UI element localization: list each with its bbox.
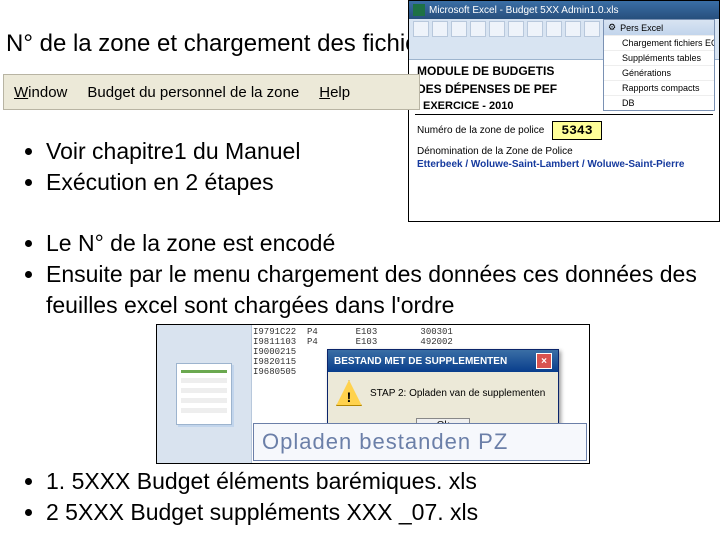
- message-box-titlebar: BESTAND MET DE SUPPLEMENTEN ×: [328, 350, 558, 372]
- pers-excel-dropdown[interactable]: ⚙ Pers Excel Chargement fichiers EOP Sup…: [603, 19, 715, 111]
- excel-titlebar: Microsoft Excel - Budget 5XX Admin1.0.xl…: [409, 1, 719, 19]
- dropdown-header[interactable]: ⚙ Pers Excel: [604, 20, 714, 35]
- bullet-group-3: 1. 5XXX Budget éléments barémiques. xls …: [22, 466, 478, 528]
- bullet-item: Exécution en 2 étapes: [46, 167, 300, 198]
- menu-window[interactable]: Window: [14, 84, 67, 101]
- bullet-item: 1. 5XXX Budget éléments barémiques. xls: [46, 466, 478, 497]
- toolbar-button[interactable]: [508, 21, 524, 37]
- gear-icon: ⚙: [608, 22, 616, 33]
- bullet-item: 2 5XXX Budget suppléments XXX _07. xls: [46, 497, 478, 528]
- excel-title: Microsoft Excel - Budget 5XX Admin1.0.xl…: [429, 5, 619, 16]
- zone-number-input[interactable]: 5343: [552, 121, 601, 140]
- spreadsheet-icon: [176, 363, 232, 425]
- toolbar-button[interactable]: [451, 21, 467, 37]
- sidebar-pane: [157, 325, 252, 463]
- budget-module-figure: Microsoft Excel - Budget 5XX Admin1.0.xl…: [408, 0, 720, 222]
- bullet-item: Le N° de la zone est encodé: [46, 228, 720, 259]
- warning-icon: !: [336, 380, 362, 406]
- menu-item[interactable]: Chargement fichiers EOP: [604, 35, 714, 50]
- zone-name-label: Dénomination de la Zone de Police: [409, 146, 719, 157]
- app-menubar: Window Budget du personnel de la zone He…: [3, 74, 420, 110]
- menu-item[interactable]: DB: [604, 95, 714, 110]
- toolbar-button[interactable]: [413, 21, 429, 37]
- loading-dialog-figure: I9791C22 P4 E103 300301 I9811103 P4 E103…: [156, 324, 590, 464]
- bullet-group-1: Voir chapitre1 du Manuel Exécution en 2 …: [22, 136, 300, 198]
- close-icon[interactable]: ×: [536, 353, 552, 369]
- toolbar-button[interactable]: [584, 21, 600, 37]
- slide-title: N° de la zone et chargement des fichiers: [6, 30, 439, 58]
- bullet-item: Ensuite par le menu chargement des donné…: [46, 259, 720, 321]
- excel-icon: [413, 4, 425, 16]
- bullet-group-2: Le N° de la zone est encodé Ensuite par …: [22, 228, 720, 321]
- menu-item[interactable]: Générations: [604, 65, 714, 80]
- message-box-text: STAP 2: Opladen van de supplementen: [370, 388, 545, 399]
- message-box-title: BESTAND MET DE SUPPLEMENTEN: [334, 356, 507, 367]
- menu-budget[interactable]: Budget du personnel de la zone: [87, 84, 299, 101]
- toolbar-button[interactable]: [489, 21, 505, 37]
- zone-number-label: Numéro de la zone de police: [417, 125, 544, 136]
- toolbar-button[interactable]: [546, 21, 562, 37]
- toolbar-button[interactable]: [470, 21, 486, 37]
- menu-item[interactable]: Suppléments tables: [604, 50, 714, 65]
- pz-load-bar[interactable]: Opladen bestanden PZ: [253, 423, 587, 461]
- data-row: I9791C22 P4 E103 300301: [253, 327, 587, 337]
- toolbar-button[interactable]: [565, 21, 581, 37]
- menu-item[interactable]: Rapports compacts: [604, 80, 714, 95]
- menu-help[interactable]: Help: [319, 84, 350, 101]
- bullet-item: Voir chapitre1 du Manuel: [46, 136, 300, 167]
- zone-name-value: Etterbeek / Woluwe-Saint-Lambert / Woluw…: [409, 157, 719, 176]
- toolbar-button[interactable]: [527, 21, 543, 37]
- data-row: I9811103 P4 E103 492002: [253, 337, 587, 347]
- toolbar-button[interactable]: [432, 21, 448, 37]
- dropdown-header-label: Pers Excel: [620, 23, 663, 33]
